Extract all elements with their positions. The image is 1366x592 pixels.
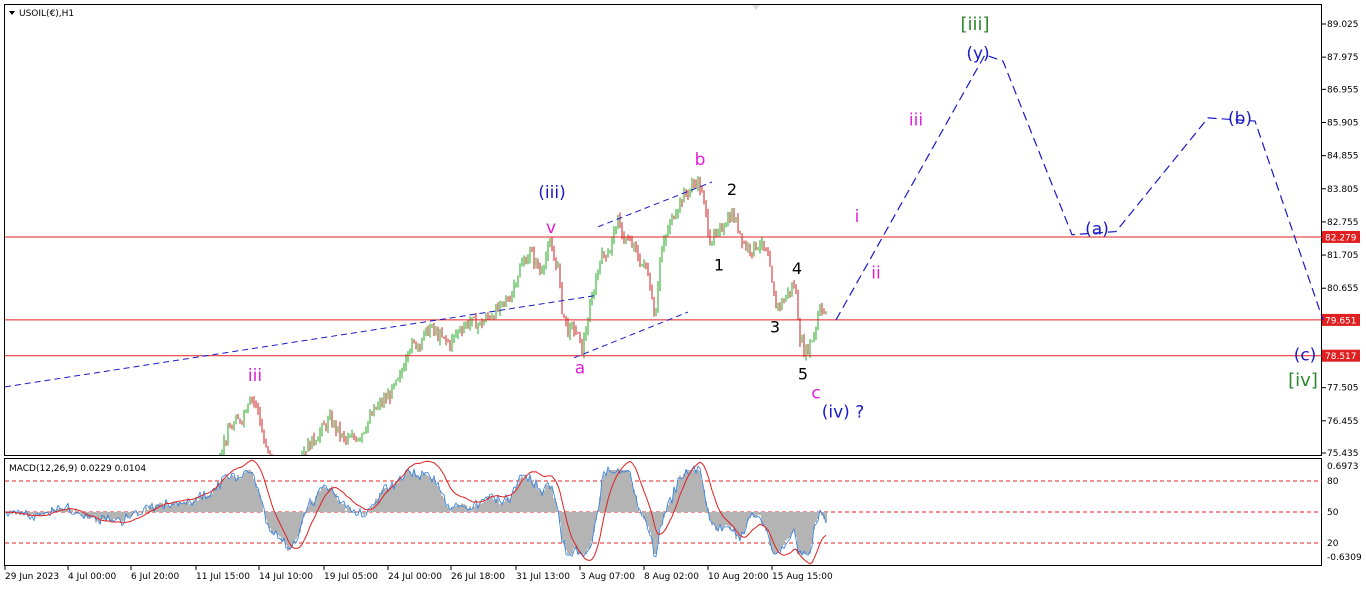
dropdown-triangle-icon[interactable]	[9, 11, 15, 15]
macd-tick-label: 80	[1327, 477, 1339, 487]
y-tick-label: 87.975	[1327, 53, 1359, 63]
macd-tick-label: -0.6309	[1327, 553, 1362, 563]
y-tick-label: 77.505	[1327, 384, 1359, 394]
wave-label: (a)	[1085, 219, 1109, 239]
wave-label: [iii]	[960, 14, 989, 35]
symbol-label: USOIL(€),H1	[19, 9, 74, 19]
wave-label: (y)	[966, 44, 989, 64]
wave-label: b	[695, 150, 706, 170]
x-tick-label: 24 Jul 00:00	[388, 572, 442, 582]
price-level-label: 82.279	[1325, 233, 1357, 243]
shift-marker-icon[interactable]	[752, 5, 760, 10]
x-tick-label: 3 Aug 07:00	[580, 572, 635, 582]
macd-histogram	[5, 470, 827, 554]
x-tick-label: 31 Jul 13:00	[516, 572, 570, 582]
x-tick-label: 19 Jul 05:00	[324, 572, 378, 582]
wave-label: ii	[871, 264, 880, 284]
x-tick-label: 29 Jun 2023	[5, 572, 59, 582]
x-tick-label: 4 Jul 00:00	[68, 572, 117, 582]
chart-canvas[interactable]: USOIL(€),H1 MACD(12,26,9) 0.0229 0.0104 …	[0, 0, 1366, 588]
macd-axis: 0.6973 80 50 20 -0.6309	[1327, 462, 1362, 563]
x-tick-label: 11 Jul 15:00	[196, 572, 250, 582]
price-candles	[219, 176, 827, 455]
wave-label: 3	[770, 317, 780, 336]
macd-tick-label: 20	[1327, 539, 1339, 549]
y-tick-label: 82.755	[1327, 218, 1359, 228]
x-tick-label: 26 Jul 18:00	[451, 572, 505, 582]
x-tick-label: 6 Jul 20:00	[131, 572, 180, 582]
wave-label: iii	[248, 366, 262, 386]
wave-label: c	[811, 384, 820, 404]
macd-label: MACD(12,26,9) 0.0229 0.0104	[9, 464, 146, 474]
price-level-label: 79.651	[1325, 316, 1357, 326]
wave-label: (iii)	[538, 183, 565, 203]
main-panel-border	[4, 4, 1322, 456]
wave-label: (iv) ?	[822, 402, 864, 422]
y-tick-label: 85.905	[1327, 118, 1359, 128]
wave-label: iii	[909, 110, 923, 130]
wave-label: 5	[798, 365, 808, 384]
wave-label: a	[575, 358, 585, 378]
y-tick-label: 89.025	[1327, 20, 1359, 30]
wave-label: (c)	[1294, 346, 1317, 366]
wave-projection[interactable]	[835, 54, 1324, 321]
y-tick-label: 76.455	[1327, 417, 1359, 427]
wave-label: 2	[727, 180, 737, 199]
price-levels[interactable]: 82.279 79.651 78.517	[5, 230, 1360, 362]
price-level-label: 78.517	[1325, 352, 1357, 362]
macd-tick-label: 50	[1327, 508, 1339, 518]
y-tick-label: 83.805	[1327, 185, 1359, 195]
y-tick-label: 80.655	[1327, 284, 1359, 294]
wave-label: 1	[714, 256, 724, 275]
y-tick-label: 84.855	[1327, 152, 1359, 162]
wave-label: [iv]	[1288, 370, 1318, 391]
x-tick-label: 14 Jul 10:00	[259, 572, 313, 582]
wave-label: (b)	[1228, 109, 1252, 129]
x-tick-label: 15 Aug 15:00	[772, 572, 833, 582]
wave-label: 4	[792, 259, 802, 278]
wave-label: v	[546, 218, 556, 238]
wave-label: i	[855, 207, 860, 227]
y-tick-label: 75.435	[1327, 449, 1359, 459]
y-tick-label: 81.705	[1327, 251, 1359, 261]
x-tick-label: 10 Aug 20:00	[708, 572, 769, 582]
trendline[interactable]	[597, 181, 713, 228]
projection-line[interactable]	[835, 54, 1324, 321]
chart-window: USOIL(€),H1 MACD(12,26,9) 0.0229 0.0104 …	[0, 0, 1366, 588]
x-tick-label: 8 Aug 02:00	[644, 572, 699, 582]
y-tick-label: 86.955	[1327, 85, 1359, 95]
trendline[interactable]	[573, 311, 689, 359]
trendline[interactable]	[4, 295, 596, 388]
time-axis[interactable]: 29 Jun 2023 4 Jul 00:00 6 Jul 20:00 11 Jul …	[4, 566, 833, 582]
macd-tick-label: 0.6973	[1327, 462, 1359, 472]
